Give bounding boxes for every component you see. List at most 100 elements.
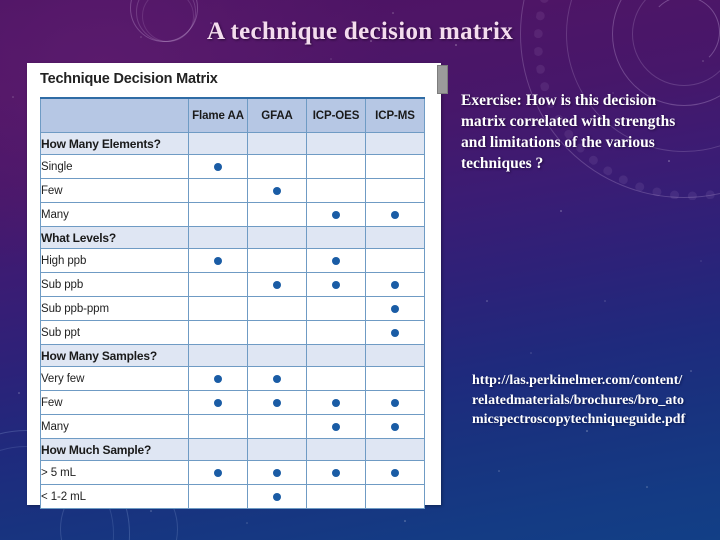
matrix-dot-marker xyxy=(214,162,222,171)
matrix-group-spacer xyxy=(247,344,307,367)
matrix-group-spacer xyxy=(306,132,366,155)
matrix-dot-marker xyxy=(332,256,340,265)
matrix-row-label: < 1-2 mL xyxy=(40,484,189,509)
matrix-cell xyxy=(365,248,425,273)
matrix-cell xyxy=(306,178,366,203)
matrix-cell xyxy=(306,366,366,391)
matrix-cell xyxy=(365,460,425,485)
source-url-text: http://las.perkinelmer.com/content/relat… xyxy=(472,373,686,427)
matrix-cell xyxy=(306,460,366,485)
matrix-group-row: How Many Elements? xyxy=(40,132,425,155)
star-dot xyxy=(18,392,20,394)
matrix-dot-marker xyxy=(273,492,281,501)
matrix-cell xyxy=(306,320,366,345)
panel-scrollbar-thumb[interactable] xyxy=(437,65,448,94)
matrix-cell xyxy=(247,178,307,203)
star-dot xyxy=(646,486,648,488)
matrix-dot-marker xyxy=(332,422,340,431)
matrix-cell xyxy=(306,390,366,415)
matrix-cell xyxy=(365,296,425,321)
matrix-row-label: Single xyxy=(40,154,189,179)
matrix-dot-marker xyxy=(391,422,399,431)
matrix-cell xyxy=(247,296,307,321)
column-header-icp-oes: ICP-OES xyxy=(306,97,366,133)
matrix-cell xyxy=(365,414,425,439)
matrix-row: > 5 mL xyxy=(40,460,425,485)
matrix-group-spacer xyxy=(306,438,366,461)
matrix-group-spacer xyxy=(247,132,307,155)
matrix-cell xyxy=(247,272,307,297)
matrix-row-label: Many xyxy=(40,202,189,227)
matrix-cell xyxy=(247,414,307,439)
matrix-group-label: How Many Samples? xyxy=(40,344,189,367)
matrix-cell xyxy=(247,460,307,485)
matrix-row-label: Very few xyxy=(40,366,189,391)
matrix-group-spacer xyxy=(188,438,248,461)
matrix-cell xyxy=(365,366,425,391)
matrix-row-label: High ppb xyxy=(40,248,189,273)
matrix-group-spacer xyxy=(365,438,425,461)
star-dot xyxy=(586,430,588,432)
matrix-dot-marker xyxy=(391,468,399,477)
matrix-dot-marker xyxy=(214,374,222,383)
matrix-cell xyxy=(188,320,248,345)
matrix-cell xyxy=(306,202,366,227)
matrix-cell xyxy=(188,178,248,203)
star-dot xyxy=(530,352,532,354)
matrix-group-spacer xyxy=(247,226,307,249)
matrix-group-label: How Many Elements? xyxy=(40,132,189,155)
matrix-cell xyxy=(188,272,248,297)
matrix-row: Many xyxy=(40,414,425,439)
matrix-dot-marker xyxy=(391,280,399,289)
matrix-group-label: How Much Sample? xyxy=(40,438,189,461)
star-dot xyxy=(330,58,332,60)
matrix-cell xyxy=(306,154,366,179)
matrix-dot-marker xyxy=(332,398,340,407)
matrix-row-label: Few xyxy=(40,390,189,415)
matrix-row-label: > 5 mL xyxy=(40,460,189,485)
matrix-dot-marker xyxy=(391,398,399,407)
star-dot xyxy=(392,12,394,14)
matrix-group-spacer xyxy=(306,226,366,249)
matrix-row: Sub ppt xyxy=(40,320,425,345)
matrix-dot-marker xyxy=(391,328,399,337)
matrix-row: Few xyxy=(40,390,425,415)
matrix-dot-marker xyxy=(273,280,281,289)
matrix-cell xyxy=(188,248,248,273)
matrix-table-body: How Many Elements? Single Few Many What Leve… xyxy=(40,132,425,509)
technique-decision-matrix-table: Flame AA GFAA ICP-OES ICP-MS How Many El… xyxy=(40,97,425,509)
matrix-cell xyxy=(306,414,366,439)
star-dot xyxy=(560,210,562,212)
matrix-row: Sub ppb xyxy=(40,272,425,297)
matrix-cell xyxy=(365,202,425,227)
matrix-dot-marker xyxy=(332,280,340,289)
column-header-flame-aa: Flame AA xyxy=(188,97,248,133)
header-blank-corner xyxy=(40,97,189,133)
matrix-row-label: Sub ppb-ppm xyxy=(40,296,189,321)
matrix-cell xyxy=(188,154,248,179)
star-dot xyxy=(150,510,152,512)
matrix-cell xyxy=(247,484,307,509)
matrix-row: < 1-2 mL xyxy=(40,484,425,509)
matrix-row: Very few xyxy=(40,366,425,391)
matrix-dot-marker xyxy=(273,374,281,383)
matrix-group-spacer xyxy=(306,344,366,367)
star-dot xyxy=(702,60,704,62)
matrix-cell xyxy=(247,366,307,391)
matrix-row: Many xyxy=(40,202,425,227)
star-dot xyxy=(12,96,14,98)
star-dot xyxy=(700,260,702,262)
matrix-cell xyxy=(365,320,425,345)
matrix-cell xyxy=(365,178,425,203)
matrix-cell xyxy=(306,272,366,297)
matrix-cell xyxy=(188,484,248,509)
matrix-image-panel: Technique Decision Matrix Flame AA GFAA … xyxy=(27,63,448,509)
matrix-cell xyxy=(365,154,425,179)
matrix-cell xyxy=(247,154,307,179)
star-dot xyxy=(604,300,606,302)
matrix-cell xyxy=(188,202,248,227)
star-dot xyxy=(246,522,248,524)
matrix-group-label: What Levels? xyxy=(40,226,189,249)
star-dot xyxy=(404,520,406,522)
matrix-cell xyxy=(247,390,307,415)
